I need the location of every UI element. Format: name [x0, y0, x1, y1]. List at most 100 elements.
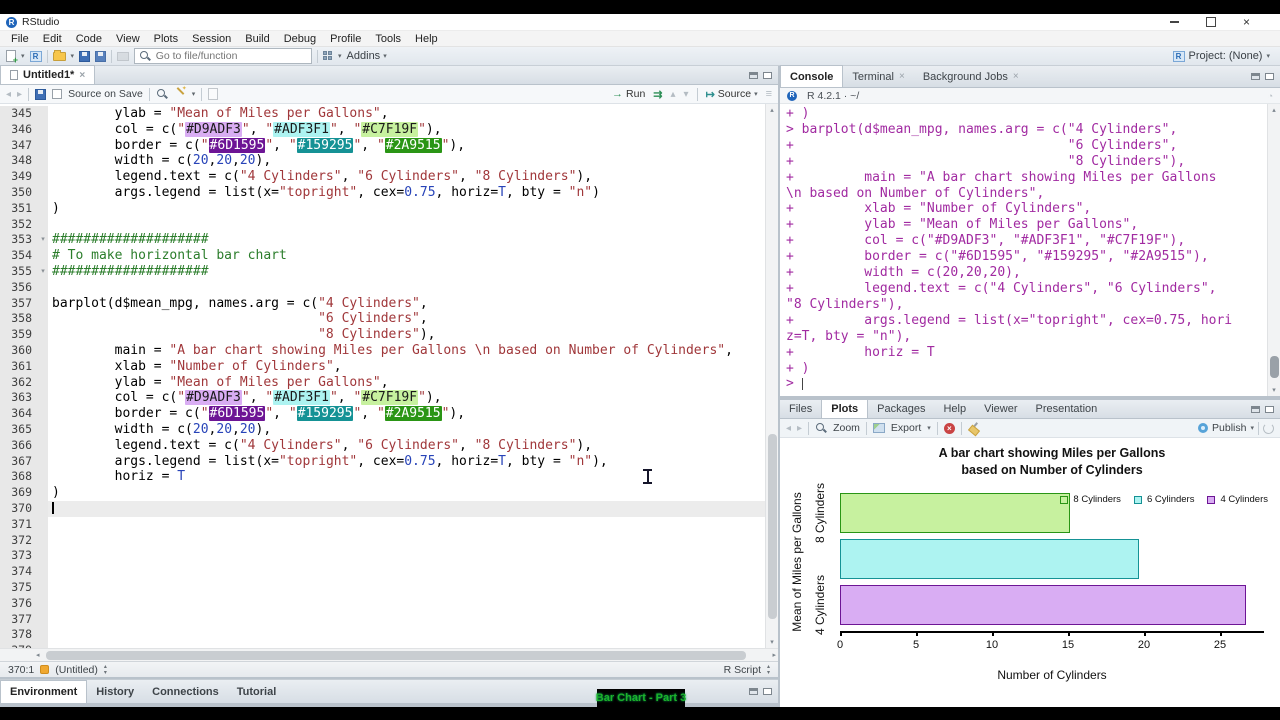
open-file-caret-icon[interactable]: ▾ — [71, 53, 75, 60]
code-line[interactable]: 367 args.legend = list(x="topright", cex… — [0, 453, 765, 470]
rerun-icon[interactable]: ⇉ — [653, 88, 662, 101]
zoom-button[interactable]: Zoom — [833, 422, 860, 434]
menu-help[interactable]: Help — [408, 31, 445, 47]
code-line[interactable]: 351) — [0, 200, 765, 217]
tab-files[interactable]: Files — [780, 400, 821, 418]
back-icon[interactable]: ◂ — [6, 89, 11, 100]
previous-plot-icon[interactable]: ◂ — [786, 423, 791, 434]
save-icon[interactable] — [35, 88, 47, 100]
code-line[interactable]: 357 barplot(d$mean_mpg, names.arg = c("4 … — [0, 295, 765, 312]
code-line[interactable]: 356 — [0, 279, 765, 296]
panes-caret-icon[interactable]: ▾ — [338, 53, 342, 60]
file-type-switch-icon[interactable]: ▴ ▾ — [767, 664, 770, 676]
code-line[interactable]: 352 — [0, 216, 765, 233]
goto-file-box[interactable] — [134, 48, 313, 64]
editor-horizontal-scrollbar[interactable]: ◂ ▸ — [0, 648, 778, 661]
open-file-icon[interactable] — [52, 49, 66, 61]
scroll-left-icon[interactable]: ◂ — [36, 651, 40, 659]
minimize-pane-icon[interactable] — [749, 71, 758, 79]
maximize-pane-icon[interactable] — [1265, 73, 1274, 80]
tab-presentation[interactable]: Presentation — [1027, 400, 1107, 418]
code-line[interactable]: 375 — [0, 579, 765, 596]
publish-caret-icon[interactable]: ▾ — [1250, 425, 1254, 432]
close-window-icon[interactable]: × — [1243, 16, 1250, 28]
code-line[interactable]: 347 border = c("#6D1595", "#159295", "#2… — [0, 137, 765, 154]
document-switch-icon[interactable]: ▴ ▾ — [104, 664, 107, 676]
code-line[interactable]: 354 # To make horizontal bar chart — [0, 248, 765, 264]
scroll-right-icon[interactable]: ▸ — [772, 651, 776, 659]
code-line[interactable]: 364 border = c("#6D1595", "#159295", "#2… — [0, 406, 765, 422]
menu-view[interactable]: View — [109, 31, 147, 47]
code-line[interactable]: 372 — [0, 532, 765, 549]
code-tools-icon[interactable] — [174, 85, 187, 100]
code-line[interactable]: 350 args.legend = list(x="topright", cex… — [0, 184, 765, 201]
run-up-icon[interactable]: ▴ — [671, 89, 676, 100]
code-line[interactable]: 345 ylab = "Mean of Miles per Gallons", — [0, 106, 765, 122]
compile-report-icon[interactable] — [208, 88, 219, 100]
close-tab-icon[interactable]: × — [1013, 71, 1019, 82]
code-line[interactable]: 365 width = c(20,20,20), — [0, 421, 765, 438]
addins-button[interactable]: Addins ▾ — [347, 50, 387, 62]
run-button[interactable]: → Run — [612, 88, 645, 100]
tab-connections[interactable]: Connections — [143, 681, 228, 703]
project-button[interactable]: R Project: (None) ▾ — [1172, 50, 1275, 62]
code-line[interactable]: 355 ▾ #################### — [0, 263, 765, 280]
code-line[interactable]: 346 col = c("#D9ADF3", "#ADF3F1", "#C7F1… — [0, 121, 765, 138]
tab-viewer[interactable]: Viewer — [975, 400, 1026, 418]
code-line[interactable]: 362 ylab = "Mean of Miles per Gallons", — [0, 374, 765, 391]
goto-file-input[interactable] — [153, 49, 308, 63]
code-line[interactable]: 366 legend.text = c("4 Cylinders", "6 Cy… — [0, 437, 765, 454]
menu-plots[interactable]: Plots — [147, 31, 185, 47]
save-icon[interactable] — [79, 50, 91, 62]
tab-plots[interactable]: Plots — [821, 399, 869, 418]
scroll-thumb[interactable] — [1270, 356, 1279, 378]
code-line[interactable]: 377 — [0, 611, 765, 628]
tab-help[interactable]: Help — [934, 400, 975, 418]
tab-console[interactable]: Console — [780, 65, 844, 87]
tab-background-jobs[interactable]: Background Jobs × — [914, 66, 1028, 87]
new-file-caret-icon[interactable]: ▾ — [21, 53, 25, 60]
scroll-up-icon[interactable]: ▴ — [1268, 106, 1280, 114]
forward-icon[interactable]: ▸ — [17, 89, 22, 100]
publish-button[interactable]: Publish — [1212, 422, 1246, 434]
minimize-pane-icon[interactable] — [1251, 405, 1260, 413]
source-button[interactable]: ↦ Source ▾ — [706, 88, 758, 101]
code-line[interactable]: 359 "8 Cylinders"), — [0, 327, 765, 343]
code-line[interactable]: 373 — [0, 548, 765, 565]
tab-history[interactable]: History — [87, 681, 143, 703]
menu-session[interactable]: Session — [185, 31, 238, 47]
menu-profile[interactable]: Profile — [323, 31, 368, 47]
console-scrollbar[interactable]: ▴ ▾ — [1267, 104, 1280, 396]
menu-edit[interactable]: Edit — [36, 31, 69, 47]
code-line[interactable]: 361 xlab = "Number of Cylinders", — [0, 358, 765, 375]
maximize-window-icon[interactable] — [1205, 17, 1216, 27]
code-line[interactable]: 374 — [0, 564, 765, 580]
file-type[interactable]: R Script — [724, 664, 761, 676]
code-line[interactable]: 363 col = c("#D9ADF3", "#ADF3F1", "#C7F1… — [0, 390, 765, 407]
scroll-up-icon[interactable]: ▴ — [766, 106, 778, 114]
source-on-save-checkbox[interactable] — [52, 89, 63, 99]
menu-build[interactable]: Build — [238, 31, 276, 47]
remove-plot-icon[interactable]: × — [943, 422, 955, 434]
code-line[interactable]: 348 width = c(20,20,20), — [0, 153, 765, 170]
code-line[interactable]: 376 — [0, 595, 765, 612]
code-line[interactable]: 358 "6 Cylinders", — [0, 311, 765, 328]
document-outline-icon[interactable]: ≡ — [766, 88, 772, 100]
export-button[interactable]: Export — [891, 422, 921, 434]
panes-grid-icon[interactable] — [323, 51, 333, 61]
minimize-window-icon[interactable] — [1169, 21, 1179, 23]
run-down-icon[interactable]: ▾ — [684, 89, 689, 100]
code-tools-caret-icon[interactable]: ▾ — [192, 91, 196, 98]
tab-environment[interactable]: Environment — [0, 680, 88, 703]
maximize-pane-icon[interactable] — [1265, 405, 1274, 413]
find-replace-icon[interactable] — [156, 88, 168, 100]
fold-icon[interactable]: ▾ — [38, 263, 48, 280]
clear-plots-icon[interactable] — [968, 422, 980, 434]
code-line[interactable]: 360 main = "A bar chart showing Miles pe… — [0, 342, 765, 359]
scroll-down-icon[interactable]: ▾ — [766, 638, 778, 646]
editor-vertical-scrollbar[interactable]: ▴ ▾ — [765, 104, 778, 648]
code-line[interactable]: 378 — [0, 627, 765, 644]
minimize-pane-icon[interactable] — [1251, 73, 1260, 80]
code-line[interactable]: 353 ▾ #################### — [0, 232, 765, 249]
next-plot-icon[interactable]: ▸ — [797, 423, 802, 434]
